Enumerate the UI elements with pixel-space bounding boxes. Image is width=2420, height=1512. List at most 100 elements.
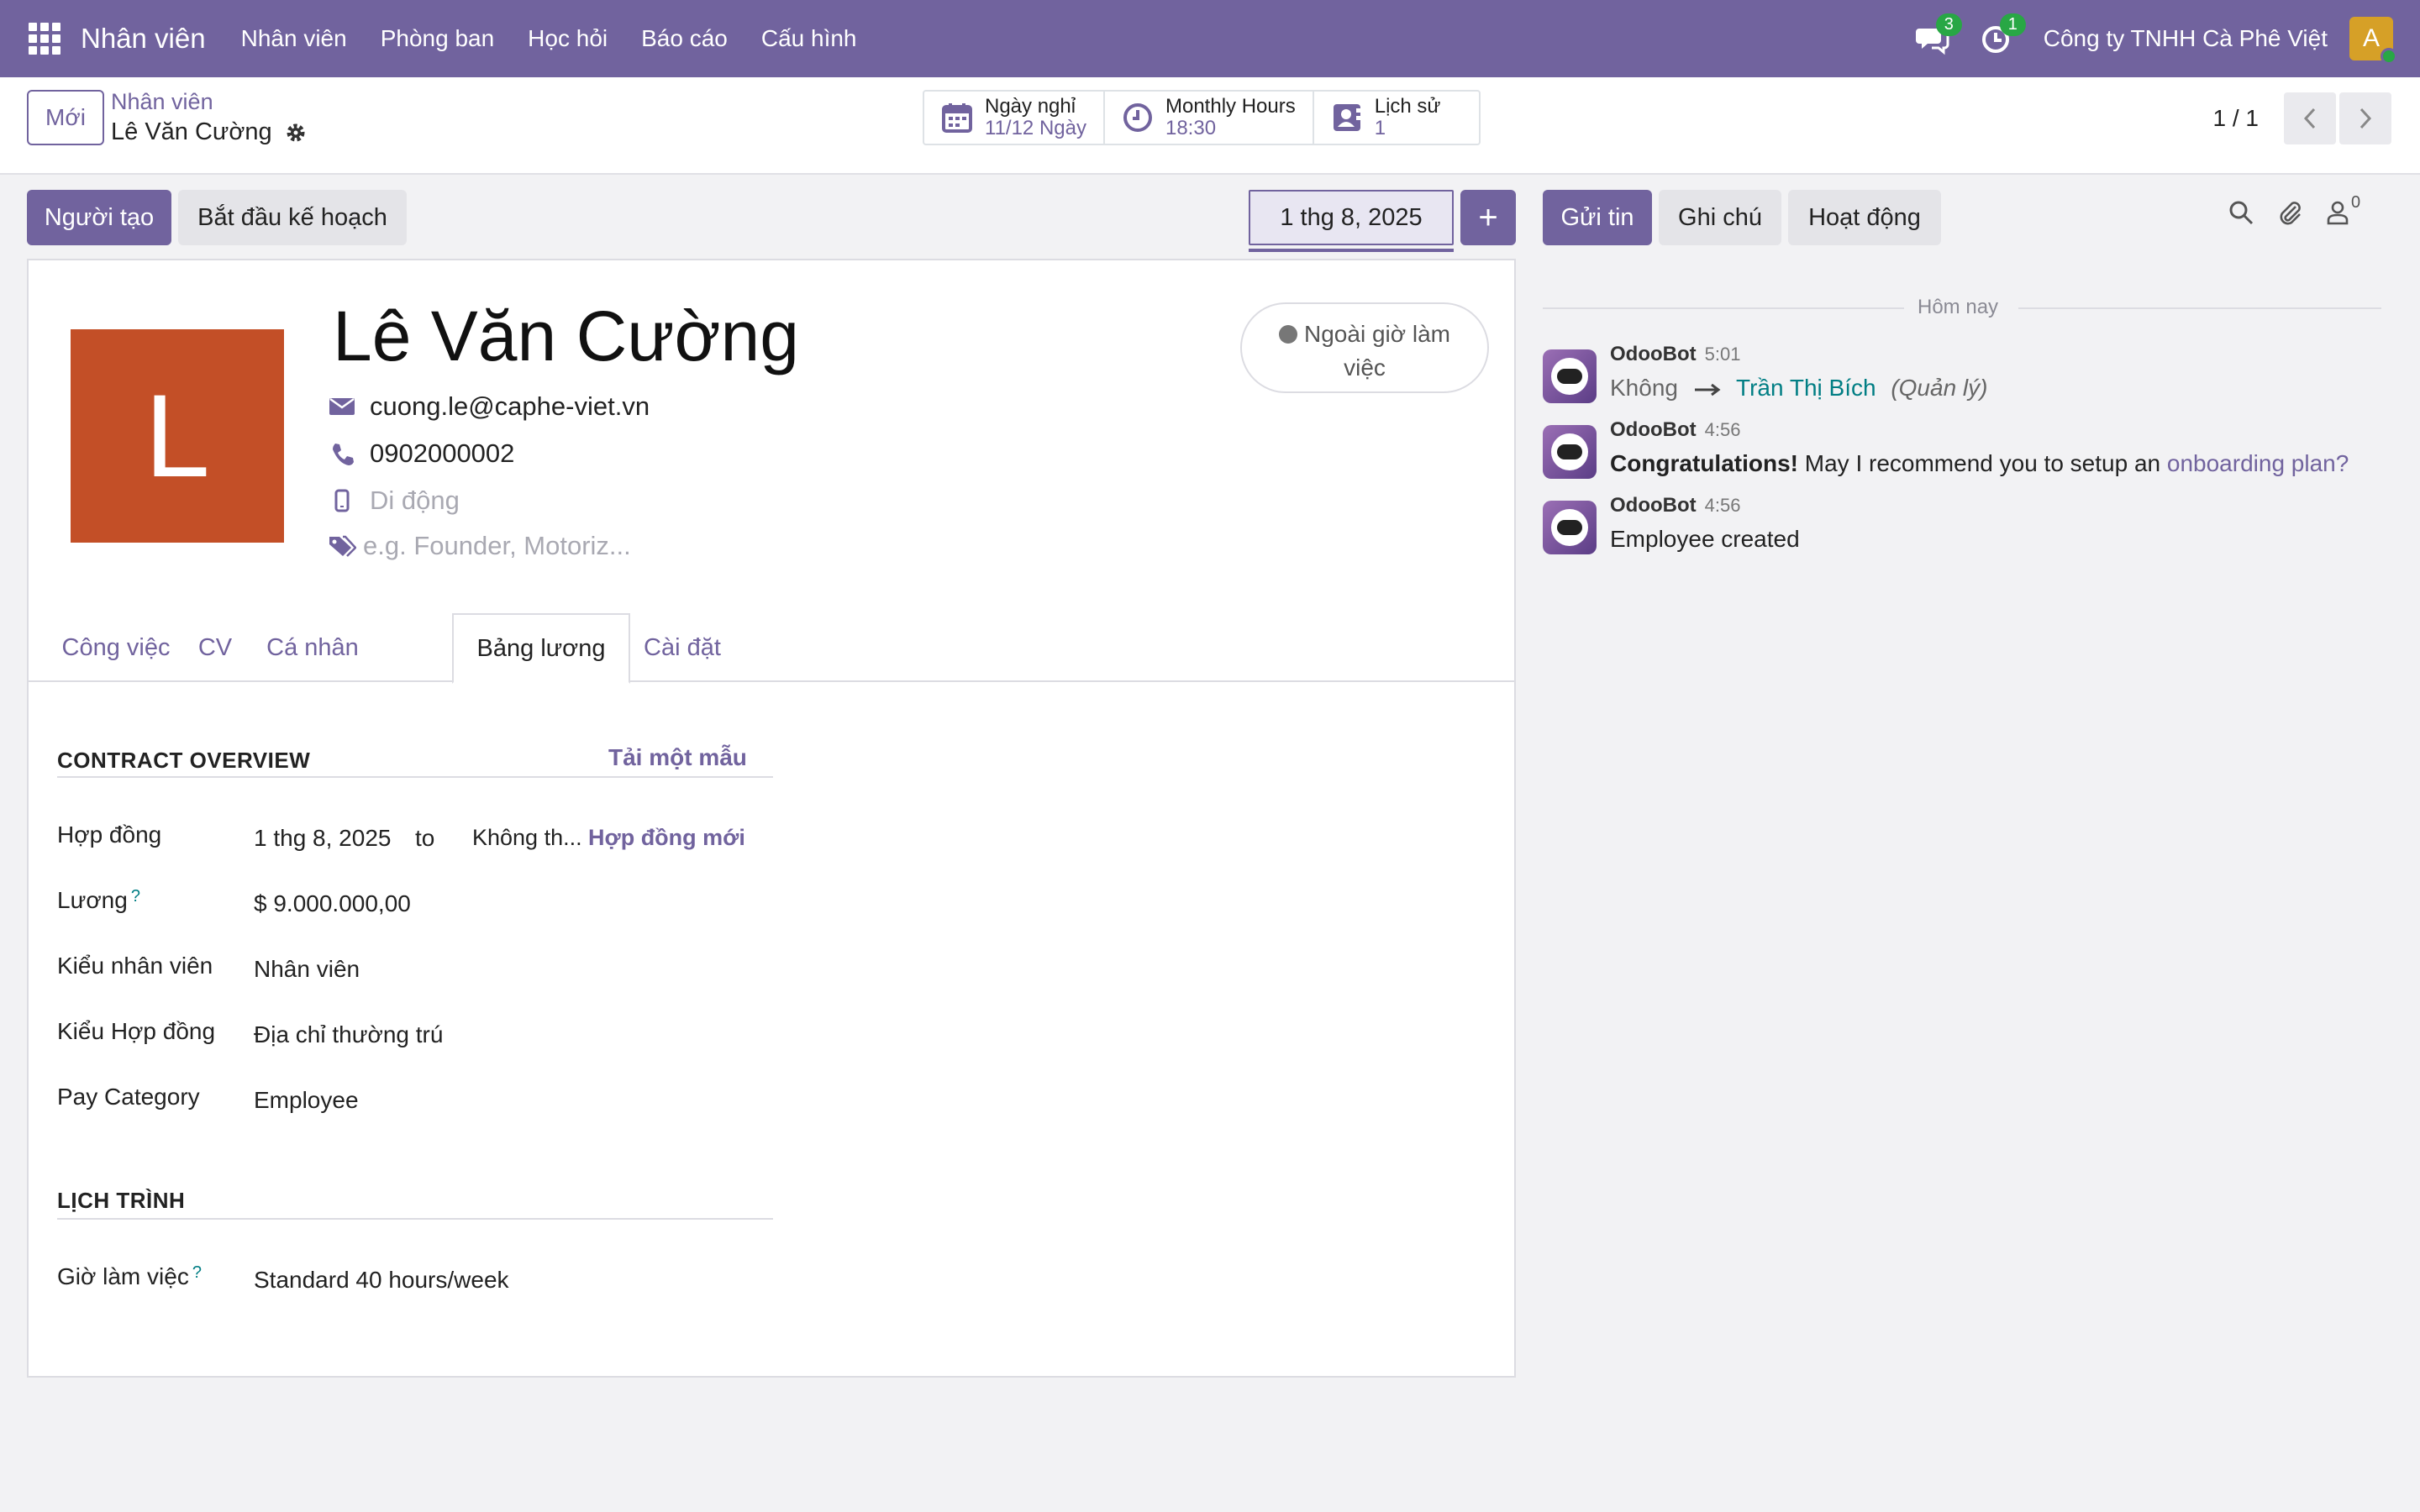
presence-status[interactable]: Ngoài giờ làm việc	[1240, 302, 1489, 393]
message-author[interactable]: OdooBot 4:56	[1610, 494, 1740, 517]
chevron-left-icon	[2303, 108, 2316, 129]
contract-end-field[interactable]: Không th...	[472, 825, 582, 851]
odoobot-avatar[interactable]	[1543, 501, 1597, 554]
apps-grid-icon[interactable]	[29, 23, 60, 55]
employee-type-field[interactable]: Nhân viên	[254, 956, 360, 983]
messages-button[interactable]: 3	[1915, 13, 1962, 55]
gear-icon[interactable]	[284, 121, 308, 144]
working-hours-help-icon[interactable]: ?	[192, 1263, 202, 1282]
new-contract-button[interactable]: Hợp đồng mới	[588, 825, 745, 851]
date-field-underline	[1249, 249, 1454, 252]
contract-start-field[interactable]: 1 thg 8, 2025	[254, 825, 391, 852]
pager-next-button[interactable]	[2339, 92, 2391, 144]
date-field[interactable]: 1 thg 8, 2025	[1249, 190, 1454, 245]
presence-status-line1: Ngoài giờ làm	[1304, 321, 1450, 347]
send-message-button[interactable]: Gửi tin	[1543, 190, 1652, 245]
tab-work-info[interactable]: Công việc	[57, 613, 175, 682]
wage-label: Lương?	[57, 887, 140, 914]
working-hours-field[interactable]: Standard 40 hours/week	[254, 1267, 509, 1294]
tab-payroll[interactable]: Bảng lương	[452, 613, 630, 684]
log-note-button[interactable]: Ghi chú	[1659, 190, 1781, 245]
time-off-smart-button[interactable]: Ngày nghỉ 11/12 Ngày	[924, 92, 1105, 144]
breadcrumb-parent[interactable]: Nhân viên	[111, 89, 308, 115]
tab-settings[interactable]: Cài đặt	[630, 613, 734, 682]
message-text: May I recommend you to setup an	[1798, 450, 2167, 476]
menu-configuration[interactable]: Cấu hình	[761, 25, 857, 52]
wage-help-icon[interactable]: ?	[131, 887, 140, 906]
followers-button[interactable]: 0	[2326, 193, 2360, 225]
pager-previous-button[interactable]	[2284, 92, 2336, 144]
employee-avatar[interactable]: L	[71, 329, 284, 543]
employee-form-sheet: L Lê Văn Cường cuong.le@caphe-viet.vn 09…	[27, 259, 1516, 1378]
monthly-hours-smart-button[interactable]: Monthly Hours 18:30	[1105, 92, 1314, 144]
working-hours-label: Giờ làm việc?	[57, 1263, 202, 1290]
add-button[interactable]: +	[1460, 190, 1516, 245]
menu-reporting[interactable]: Báo cáo	[641, 25, 728, 52]
today-separator: Hôm nay	[1543, 296, 2381, 321]
online-status-dot	[2381, 48, 2397, 65]
mobile-field[interactable]: Di động	[370, 486, 460, 516]
search-icon[interactable]	[2228, 200, 2254, 225]
message-author-name: OdooBot	[1610, 494, 1697, 517]
odoobot-avatar[interactable]	[1543, 425, 1597, 479]
paperclip-icon[interactable]	[2275, 198, 2304, 227]
start-plan-button[interactable]: Bắt đầu kế hoạch	[178, 190, 407, 245]
work-phone-row: 0902000002	[328, 438, 514, 469]
activities-button[interactable]: 1	[1980, 13, 2026, 55]
odoobot-avatar[interactable]	[1543, 349, 1597, 403]
tab-resume[interactable]: CV	[176, 613, 254, 682]
load-template-link[interactable]: Tải một mẫu	[608, 744, 747, 771]
message-author[interactable]: OdooBot 5:01	[1610, 343, 1740, 366]
mobile-phone-icon	[328, 486, 356, 515]
onboarding-plan-link[interactable]: onboarding plan?	[2167, 450, 2349, 476]
employee-type-label: Kiểu nhân viên	[57, 953, 213, 979]
tab-private-info[interactable]: Cá nhân	[254, 613, 371, 682]
history-title: Lịch sử	[1374, 95, 1441, 118]
contract-overview-divider	[57, 776, 773, 778]
chatter-message: OdooBot 5:01 Không Trần Thị Bích (Quản lý…	[1543, 343, 2383, 418]
contract-type-label: Kiểu Hợp đồng	[57, 1018, 216, 1044]
activities-count-badge: 1	[1999, 13, 2026, 36]
contract-to-label: to	[415, 825, 435, 851]
schedule-title: LỊCH TRÌNH	[57, 1188, 186, 1213]
message-bold-text: Congratulations!	[1610, 450, 1798, 476]
app-brand[interactable]: Nhân viên	[81, 23, 206, 55]
tracking-new-value[interactable]: Trần Thị Bích	[1736, 375, 1876, 401]
monthly-hours-title: Monthly Hours	[1165, 95, 1296, 118]
pay-category-field[interactable]: Employee	[254, 1087, 359, 1114]
work-email-field[interactable]: cuong.le@caphe-viet.vn	[370, 391, 650, 422]
menu-learning[interactable]: Học hỏi	[528, 25, 608, 52]
time-off-title: Ngày nghỉ	[985, 95, 1076, 118]
smart-buttons: Ngày nghỉ 11/12 Ngày Monthly Hours 18:30	[923, 90, 1481, 145]
company-switcher[interactable]: Công ty TNHH Cà Phê Việt	[2044, 25, 2328, 52]
tags-icon	[328, 532, 356, 560]
history-smart-button[interactable]: Lịch sử 1	[1314, 92, 1480, 144]
contract-type-field[interactable]: Địa chỉ thường trú	[254, 1021, 443, 1048]
message-author[interactable]: OdooBot 4:56	[1610, 418, 1740, 442]
breadcrumb-current-label: Lê Văn Cường	[111, 118, 272, 145]
employee-name[interactable]: Lê Văn Cường	[333, 296, 799, 377]
work-phone-field[interactable]: 0902000002	[370, 438, 514, 469]
work-email-row: cuong.le@caphe-viet.vn	[328, 391, 650, 422]
new-button[interactable]: Mới	[27, 90, 104, 145]
pager: 1 / 1	[2213, 92, 2391, 144]
schedule-divider	[57, 1218, 773, 1220]
pager-value[interactable]: 1 / 1	[2213, 105, 2259, 132]
menu-departments[interactable]: Phòng ban	[381, 25, 494, 52]
phone-icon	[328, 439, 356, 468]
tags-field[interactable]: e.g. Founder, Motoriz...	[363, 531, 631, 561]
message-body: Không Trần Thị Bích (Quản lý)	[1610, 375, 1987, 402]
menu-employees[interactable]: Nhân viên	[241, 25, 347, 52]
chatter-message: OdooBot 4:56 Congratulations! May I recom…	[1543, 418, 2383, 494]
presence-status-line2: việc	[1344, 354, 1386, 381]
creator-button[interactable]: Người tạo	[27, 190, 171, 245]
followers-count: 0	[2351, 193, 2361, 212]
message-time: 4:56	[1704, 419, 1741, 440]
user-avatar-letter: A	[2362, 24, 2380, 52]
user-avatar[interactable]: A	[2349, 17, 2397, 65]
activity-button[interactable]: Hoạt động	[1788, 190, 1941, 245]
breadcrumb: Nhân viên Lê Văn Cường	[111, 89, 308, 146]
chatter-message: OdooBot 4:56 Employee created	[1543, 494, 2383, 570]
message-author-name: OdooBot	[1610, 418, 1697, 441]
wage-field[interactable]: $ 9.000.000,00	[254, 890, 411, 917]
